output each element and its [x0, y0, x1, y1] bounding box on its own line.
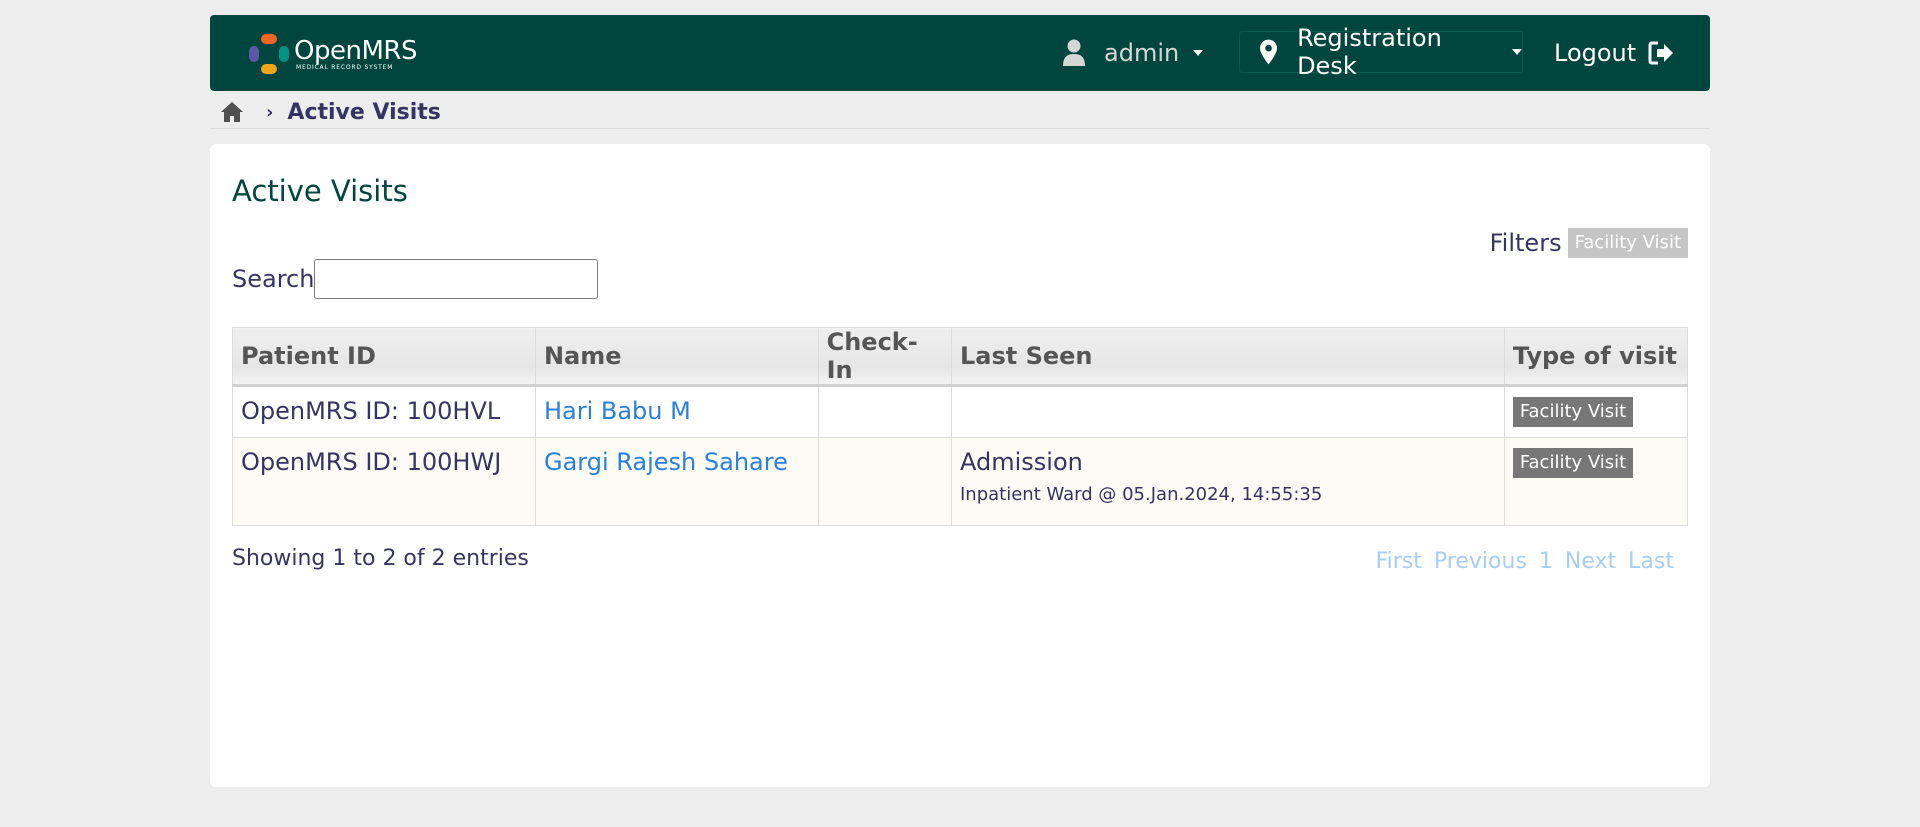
column-header-type-of-visit[interactable]: Type of visit [1503, 327, 1689, 387]
cell-check-in [817, 385, 952, 438]
cell-patient-id: OpenMRS ID: 100HWJ [232, 437, 536, 526]
chevron-down-icon [1512, 49, 1522, 55]
pagination-last[interactable]: Last [1628, 549, 1674, 574]
search-input[interactable] [314, 259, 599, 299]
user-menu[interactable]: admin [1062, 35, 1204, 71]
sign-out-icon [1648, 41, 1674, 65]
pagination-next[interactable]: Next [1565, 549, 1616, 574]
user-icon [1063, 39, 1085, 66]
filter-facility-visit[interactable]: Facility Visit [1567, 228, 1688, 258]
column-header-last-seen[interactable]: Last Seen [950, 327, 1505, 387]
last-seen: Admission [959, 448, 1083, 476]
cell-check-in [817, 437, 952, 526]
user-name: admin [1104, 39, 1180, 67]
logout-button[interactable]: Logout [1554, 35, 1674, 71]
table-row: OpenMRS ID: 100HVL Hari Babu M Facility … [232, 385, 1689, 438]
cell-last-seen: Admission Inpatient Ward @ 05.Jan.2024, … [950, 437, 1505, 526]
home-icon[interactable] [220, 101, 244, 123]
filters: Filters Facility Visit [1490, 228, 1688, 258]
page-title: Active Visits [232, 174, 408, 208]
logout-label: Logout [1554, 39, 1637, 67]
chevron-down-icon [1193, 50, 1204, 56]
column-header-check-in[interactable]: Check-In [817, 327, 952, 387]
map-marker-icon [1260, 39, 1278, 65]
visit-type-badge: Facility Visit [1512, 397, 1634, 427]
search-area: Search [232, 259, 599, 299]
breadcrumb: › Active Visits [210, 96, 1710, 129]
chevron-right-icon: › [266, 101, 274, 123]
location-selector[interactable]: Registration Desk [1239, 24, 1523, 80]
last-seen-detail: Inpatient Ward @ 05.Jan.2024, 14:55:35 [959, 484, 1323, 505]
check-in [827, 387, 943, 397]
active-visits-table: Patient ID Name Check-In Last Seen Type … [232, 327, 1689, 526]
patient-id: OpenMRS ID: 100HVL [241, 397, 501, 425]
cell-type-of-visit: Facility Visit [1503, 437, 1689, 526]
openmrs-logo-icon [249, 34, 289, 74]
main-panel: Active Visits Filters Facility Visit Sea… [210, 144, 1710, 787]
search-label: Search [232, 265, 315, 293]
table-header-row: Patient ID Name Check-In Last Seen Type … [232, 327, 1689, 387]
check-in [827, 438, 943, 448]
column-header-patient-id[interactable]: Patient ID [232, 327, 536, 387]
cell-name: Gargi Rajesh Sahare [534, 437, 819, 526]
pagination-first[interactable]: First [1376, 549, 1422, 574]
location-name: Registration Desk [1297, 24, 1442, 80]
table-row: OpenMRS ID: 100HWJ Gargi Rajesh Sahare A… [232, 437, 1689, 526]
patient-name-link[interactable]: Hari Babu M [544, 387, 810, 425]
cell-last-seen [950, 385, 1505, 438]
cell-name: Hari Babu M [534, 385, 819, 438]
patient-id: OpenMRS ID: 100HWJ [241, 448, 502, 476]
visit-type-badge: Facility Visit [1512, 448, 1634, 478]
top-header: OpenMRS MEDICAL RECORD SYSTEM admin Regi… [210, 15, 1710, 91]
filters-label: Filters [1489, 228, 1562, 257]
patient-name-link[interactable]: Gargi Rajesh Sahare [544, 438, 810, 476]
logo-name: OpenMRS [294, 35, 417, 66]
table-info: Showing 1 to 2 of 2 entries [232, 546, 529, 571]
cell-type-of-visit: Facility Visit [1503, 385, 1689, 438]
breadcrumb-current: Active Visits [287, 99, 441, 125]
last-seen [960, 387, 1496, 397]
pagination-page-1[interactable]: 1 [1539, 549, 1553, 574]
openmrs-logo[interactable]: OpenMRS MEDICAL RECORD SYSTEM [248, 33, 417, 75]
pagination-previous[interactable]: Previous [1434, 549, 1527, 574]
pagination: First Previous 1 Next Last [1364, 549, 1674, 574]
cell-patient-id: OpenMRS ID: 100HVL [232, 385, 536, 438]
column-header-name[interactable]: Name [534, 327, 819, 387]
